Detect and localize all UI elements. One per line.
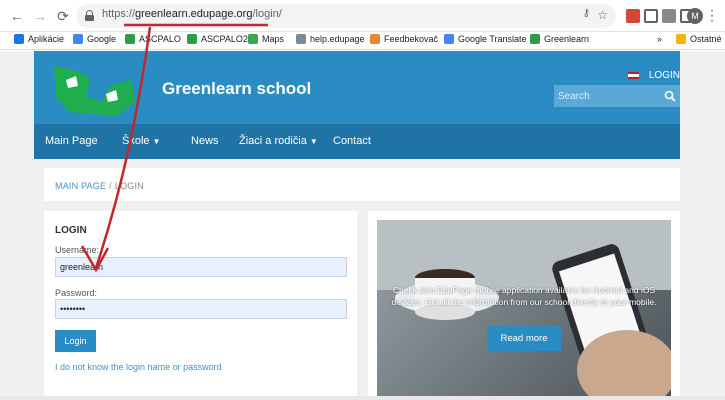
- bookmark-item[interactable]: Aplikácie: [14, 34, 64, 44]
- forgot-credentials-link[interactable]: I do not know the login name or password: [55, 362, 222, 372]
- nav-item-contact[interactable]: Contact: [333, 135, 371, 147]
- bookmark-label: ASCPALO2: [201, 34, 248, 44]
- bookmark-item[interactable]: Feedbekovač: [370, 34, 438, 44]
- password-field[interactable]: ••••••••: [55, 299, 347, 319]
- mobile-app-promo-card: Check also EduPage mobile application av…: [368, 211, 680, 400]
- back-arrow-icon[interactable]: ←: [8, 7, 26, 25]
- g-extension-icon[interactable]: [662, 9, 676, 23]
- address-bar[interactable]: https://greenlearn.edupage.org/login/ ☆ …: [76, 4, 616, 28]
- username-label: Username:: [55, 245, 100, 255]
- bookmark-label: help.edupage: [310, 34, 365, 44]
- main-nav: Main Page Škole ▼ News Žiaci a rodičia ▼ C…: [34, 124, 680, 159]
- reload-icon[interactable]: ⟳: [54, 7, 72, 25]
- bookmark-item[interactable]: help.edupage: [296, 34, 365, 44]
- doc-icon: [296, 34, 306, 44]
- menu-dots-icon[interactable]: ⋮: [705, 6, 719, 24]
- username-field[interactable]: greenlearn: [55, 257, 347, 277]
- site-header: Greenlearn school LOGIN Main Page Škole▼…: [34, 51, 680, 159]
- breadcrumb-card: MAIN PAGE / LOGIN: [44, 168, 680, 201]
- promo-text: Check also EduPage mobile application av…: [391, 285, 657, 307]
- ascpalo-icon: [125, 34, 135, 44]
- bookmark-label: Aplikácie: [28, 34, 65, 44]
- login-card: LOGIN Username: greenlearn Password: •••…: [44, 211, 357, 400]
- header-login-link[interactable]: LOGIN: [627, 70, 680, 81]
- breadcrumb: MAIN PAGE / LOGIN: [55, 181, 144, 191]
- read-more-button[interactable]: Read more: [487, 326, 561, 351]
- bookmark-label: Greenlearn: [544, 34, 590, 44]
- bookmark-item[interactable]: Greenlearn: [530, 34, 589, 44]
- breadcrumb-separator: /: [109, 181, 112, 191]
- site-title[interactable]: Greenlearn school: [162, 79, 311, 99]
- bookmark-item[interactable]: ASCPALO: [125, 34, 181, 44]
- other-bookmarks-folder[interactable]: Ostatné: [676, 34, 722, 44]
- nav-item-news[interactable]: News: [191, 135, 219, 147]
- pdf-extension-icon[interactable]: [626, 9, 640, 23]
- translate-icon: [444, 34, 454, 44]
- site-search: [554, 85, 680, 107]
- bookmark-item[interactable]: Maps: [248, 34, 284, 44]
- nav-item-skole[interactable]: Škole ▼: [122, 135, 160, 147]
- nav-item-ziaci-a-rodicia[interactable]: Žiaci a rodičia ▼: [239, 135, 318, 147]
- password-label: Password:: [55, 288, 98, 298]
- web-page: Greenlearn school LOGIN Main Page Škole▼…: [0, 51, 725, 400]
- nav-item-main-page[interactable]: Main Page: [45, 135, 98, 147]
- profile-avatar[interactable]: M: [687, 8, 703, 24]
- bookmark-label: Maps: [262, 34, 285, 44]
- key-icon[interactable]: ⚷: [583, 8, 590, 19]
- photo-illustration: [377, 220, 671, 400]
- caret-down-icon: ▼: [309, 137, 318, 146]
- lock-icon: [85, 10, 94, 21]
- forward-arrow-icon[interactable]: →: [31, 7, 49, 25]
- phone-coffee-photo: Check also EduPage mobile application av…: [377, 220, 671, 400]
- bookmark-item[interactable]: ASCPALO2: [187, 34, 248, 44]
- greenlearn-icon: [530, 34, 540, 44]
- bookmark-item[interactable]: Google: [73, 34, 116, 44]
- bookmarks-overflow-icon[interactable]: »: [657, 34, 662, 44]
- caret-down-icon: ▼: [152, 137, 161, 146]
- url-text: https://greenlearn.edupage.org/login/: [102, 8, 282, 20]
- ascpalo-icon: [187, 34, 197, 44]
- folder-icon: [676, 34, 686, 44]
- star-icon[interactable]: ☆: [597, 8, 608, 22]
- bookmark-label: Feedbekovač: [384, 34, 439, 44]
- maps-icon: [248, 34, 258, 44]
- screenshot-extension-icon[interactable]: [644, 9, 658, 23]
- bookmarks-bar: Aplikácie Google ASCPALO ASCPALO2 Maps help.e…: [0, 32, 725, 50]
- bookmark-label: Google: [87, 34, 117, 44]
- bookmark-label: ASCPALO: [139, 34, 181, 44]
- breadcrumb-current: LOGIN: [114, 181, 144, 191]
- login-button[interactable]: Login: [55, 330, 96, 352]
- login-link-label: LOGIN: [648, 70, 680, 81]
- google-icon: [73, 34, 83, 44]
- bookmark-label: Google Translate: [458, 34, 527, 44]
- apps-grid-icon: [14, 34, 24, 44]
- window-bottom-edge: [0, 396, 725, 400]
- other-bookmarks-label: Ostatné: [690, 34, 722, 44]
- browser-toolbar: ← → ⟳ https://greenlearn.edupage.org/log…: [0, 0, 725, 32]
- login-title: LOGIN: [55, 225, 87, 236]
- uk-flag-icon: [627, 72, 639, 79]
- bookmark-item[interactable]: Google Translate: [444, 34, 527, 44]
- feedback-icon: [370, 34, 380, 44]
- search-input[interactable]: [554, 85, 658, 107]
- breadcrumb-home[interactable]: MAIN PAGE: [55, 181, 106, 191]
- greenlearn-logo[interactable]: [44, 56, 144, 118]
- search-icon[interactable]: [664, 90, 676, 102]
